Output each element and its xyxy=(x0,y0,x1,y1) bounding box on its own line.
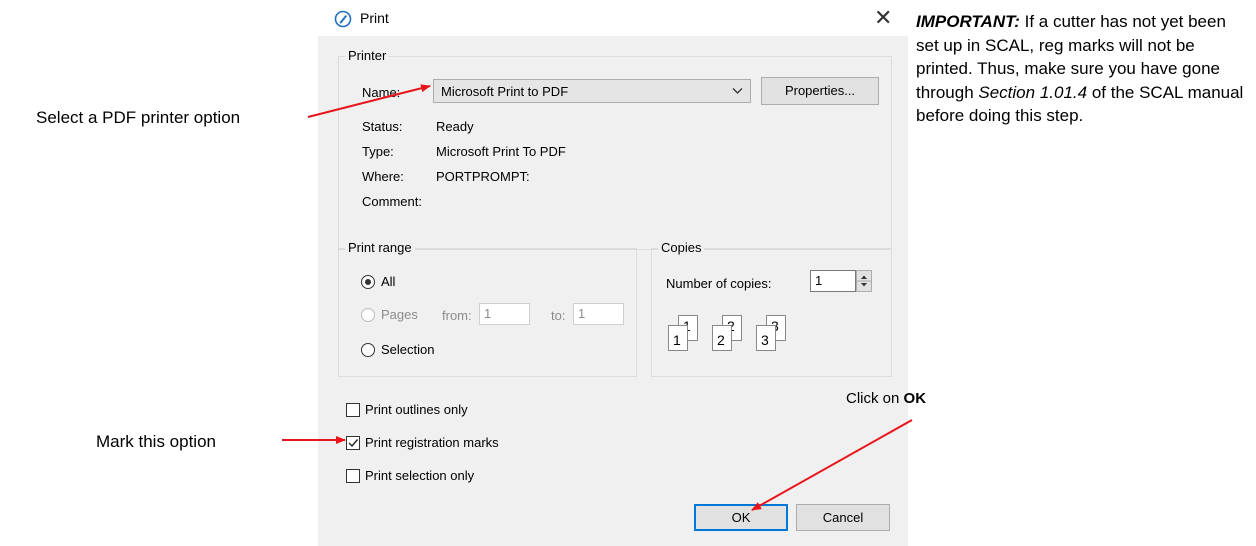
collate-set-1: 1 1 xyxy=(668,315,708,353)
properties-button-label: Properties... xyxy=(784,83,856,98)
printer-name-combo[interactable]: Microsoft Print to PDF xyxy=(433,79,751,103)
note-prefix: IMPORTANT: xyxy=(916,12,1020,31)
status-label: Status: xyxy=(362,119,403,134)
pages-radio-label[interactable]: Pages xyxy=(381,307,418,322)
all-radio[interactable] xyxy=(361,275,375,289)
all-radio-label[interactable]: All xyxy=(381,274,395,289)
note-section: Section 1.01.4 xyxy=(978,82,1088,102)
printer-name-value: Microsoft Print to PDF xyxy=(441,84,569,99)
copies-spinner[interactable] xyxy=(856,270,872,292)
type-value: Microsoft Print To PDF xyxy=(436,144,566,159)
print-dialog: Print ✕ Printer Name: Microsoft Print to… xyxy=(318,0,908,546)
print-range-legend: Print range xyxy=(345,240,415,255)
click-ok-bold: OK xyxy=(903,390,927,407)
print-range-group: Print range All Pages from: 1 to: 1 Sele… xyxy=(338,240,637,377)
print-outlines-only-checkbox[interactable] xyxy=(346,403,360,417)
comment-label: Comment: xyxy=(362,194,422,209)
copies-legend: Copies xyxy=(658,240,705,255)
select-pdf-annotation: Select a PDF printer option xyxy=(36,108,241,127)
from-label: from: xyxy=(442,308,472,323)
print-outlines-only-label[interactable]: Print outlines only xyxy=(365,402,468,417)
copies-field[interactable]: 1 xyxy=(810,270,856,292)
status-value: Ready xyxy=(436,119,474,134)
to-label: to: xyxy=(551,308,566,323)
print-registration-marks-label[interactable]: Print registration marks xyxy=(365,435,499,450)
dialog-client: Printer Name: Microsoft Print to PDF Pro… xyxy=(318,36,908,546)
click-ok-annotation: Click on OK xyxy=(846,390,926,407)
properties-button[interactable]: Properties... xyxy=(761,77,879,105)
pages-radio[interactable] xyxy=(361,308,375,322)
mark-option-annotation: Mark this option xyxy=(96,432,216,451)
dialog-title: Print xyxy=(360,10,389,26)
chevron-down-icon xyxy=(732,88,743,94)
spin-arrows-icon xyxy=(857,275,871,287)
to-field[interactable]: 1 xyxy=(573,303,624,325)
collate-illustration: 1 1 2 2 3 xyxy=(668,315,798,355)
ok-button-label: OK xyxy=(731,510,751,525)
print-selection-only-checkbox[interactable] xyxy=(346,469,360,483)
click-on-text: Click on xyxy=(846,390,904,407)
selection-radio-label[interactable]: Selection xyxy=(381,342,434,357)
print-registration-marks-checkbox[interactable] xyxy=(346,436,360,450)
copies-group: Copies Number of copies: 1 1 1 xyxy=(651,240,892,377)
checkmark-icon xyxy=(348,439,359,448)
name-label: Name: xyxy=(362,85,401,100)
collate-digit: 3 xyxy=(761,332,769,348)
where-label: Where: xyxy=(362,169,404,184)
printer-group-legend: Printer xyxy=(345,48,390,63)
where-value: PORTPROMPT: xyxy=(436,169,530,184)
print-icon xyxy=(334,10,352,28)
collate-digit: 2 xyxy=(717,332,725,348)
ok-button[interactable]: OK xyxy=(694,504,788,531)
important-note: IMPORTANT: If a cutter has not yet been … xyxy=(916,10,1252,128)
selection-radio[interactable] xyxy=(361,343,375,357)
cancel-button-label: Cancel xyxy=(822,510,864,525)
title-bar: Print ✕ xyxy=(318,0,908,36)
number-of-copies-label: Number of copies: xyxy=(666,276,772,291)
collate-page-front: 1 xyxy=(668,325,688,351)
cancel-button[interactable]: Cancel xyxy=(796,504,890,531)
collate-page-front: 2 xyxy=(712,325,732,351)
collate-page-front: 3 xyxy=(756,325,776,351)
from-field[interactable]: 1 xyxy=(479,303,530,325)
printer-group: Printer Name: Microsoft Print to PDF Pro… xyxy=(338,48,892,250)
collate-set-2: 2 2 xyxy=(712,315,752,353)
print-selection-only-label[interactable]: Print selection only xyxy=(365,468,474,483)
close-button[interactable]: ✕ xyxy=(874,7,892,29)
collate-set-3: 3 3 xyxy=(756,315,796,353)
collate-digit: 1 xyxy=(673,332,681,348)
type-label: Type: xyxy=(362,144,394,159)
